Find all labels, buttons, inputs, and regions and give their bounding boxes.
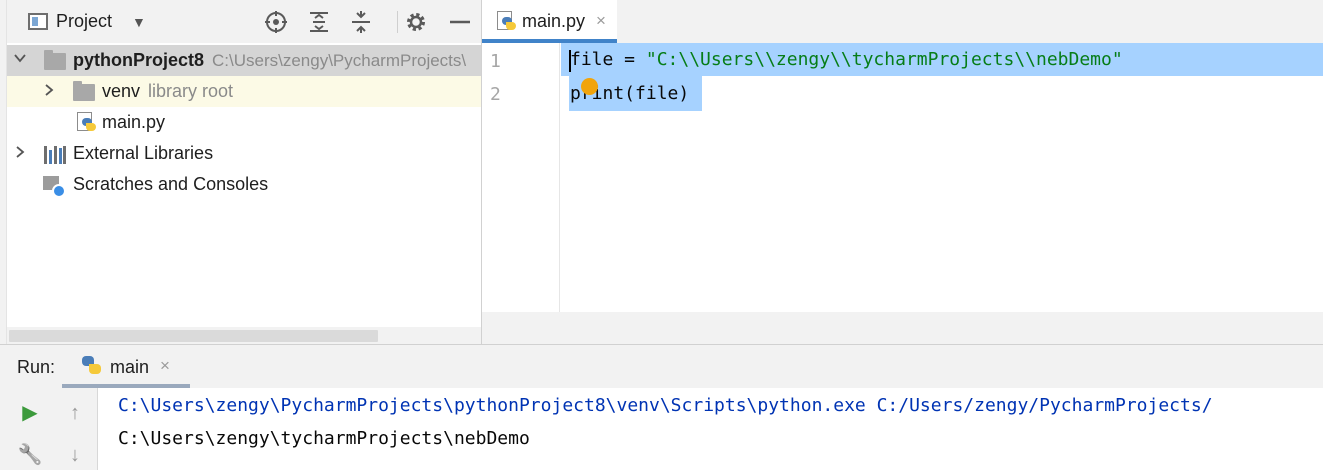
editor-footer-strip <box>482 312 1323 344</box>
run-icon[interactable]: ▶ <box>16 399 44 427</box>
project-root-path: C:\Users\zengy\PycharmProjects\ <box>212 51 467 70</box>
tree-item-scratches[interactable]: Scratches and Consoles <box>7 169 481 200</box>
line-number: 1 <box>490 51 501 72</box>
collapse-all-icon[interactable] <box>349 10 373 34</box>
text-caret <box>569 50 571 72</box>
venv-name: venv <box>102 81 141 101</box>
run-toolbar: ▶ ↑ 🔧 ↓ <box>0 388 98 470</box>
line-number: 2 <box>490 84 501 105</box>
library-icon <box>44 146 66 164</box>
code-line-1[interactable]: file = "C:\\Users\\zengy\\tycharmProject… <box>570 49 1123 70</box>
intention-bulb-icon[interactable] <box>581 78 598 95</box>
python-file-icon <box>497 11 517 31</box>
code-string-literal: "C:\\Users\\zengy\\tycharmProjects\\nebD… <box>645 49 1123 70</box>
scratches-icon <box>43 176 67 198</box>
run-console[interactable]: C:\Users\zengy\PycharmProjects\pythonPro… <box>99 388 1323 470</box>
close-icon[interactable]: × <box>596 11 606 31</box>
run-tab-label: main <box>110 357 150 377</box>
arrow-up-icon[interactable]: ↑ <box>61 399 89 427</box>
line-number-gutter: 1 2 <box>482 43 560 312</box>
console-line: C:\Users\zengy\tycharmProjects\nebDemo <box>118 428 530 449</box>
locate-icon[interactable] <box>264 10 288 34</box>
left-tool-strip <box>0 0 7 344</box>
project-panel: Project ▼ pythonProject8 C:\Users\zengy\… <box>0 0 481 344</box>
code-assignment: file = <box>570 49 646 70</box>
expand-all-icon[interactable] <box>307 10 331 34</box>
python-file-icon <box>77 112 97 132</box>
scratches-label: Scratches and Consoles <box>73 174 269 194</box>
tree-item-external-libraries[interactable]: External Libraries <box>7 138 481 169</box>
project-header: Project ▼ <box>7 0 481 43</box>
tab-label: main.py <box>522 11 586 31</box>
project-view-icon <box>28 13 48 30</box>
chevron-down-icon[interactable]: ▼ <box>132 14 146 30</box>
folder-icon <box>44 50 66 70</box>
project-root-name: pythonProject8 <box>73 50 205 70</box>
wrench-icon[interactable]: 🔧 <box>16 441 44 469</box>
tree-item-venv[interactable]: venv library root <box>7 76 481 107</box>
project-title[interactable]: Project <box>56 11 112 32</box>
run-header: Run: main × <box>0 345 1323 388</box>
python-icon <box>82 356 102 376</box>
editor-tab-bar: main.py × <box>482 0 1323 43</box>
header-divider <box>397 11 398 33</box>
arrow-down-icon[interactable]: ↓ <box>61 441 89 469</box>
gear-icon[interactable] <box>404 10 428 34</box>
tree-item-project-root[interactable]: pythonProject8 C:\Users\zengy\PycharmPro… <box>7 45 481 76</box>
chevron-down-icon[interactable] <box>13 51 27 67</box>
console-line: C:\Users\zengy\PycharmProjects\pythonPro… <box>118 395 1213 416</box>
folder-icon <box>73 81 95 101</box>
tree-item-main-py[interactable]: main.py <box>7 107 481 138</box>
chevron-right-icon[interactable] <box>13 145 27 161</box>
chevron-right-icon[interactable] <box>42 83 56 99</box>
external-libraries-label: External Libraries <box>73 143 214 163</box>
run-tab-main[interactable]: main × <box>62 345 190 388</box>
tab-main-py[interactable]: main.py × <box>482 0 617 43</box>
close-icon[interactable]: × <box>160 356 170 376</box>
run-label: Run: <box>17 357 56 377</box>
minimize-icon[interactable] <box>448 10 472 34</box>
main-py-name: main.py <box>102 112 166 132</box>
scrollbar-thumb[interactable] <box>9 330 378 342</box>
venv-note: library root <box>148 81 234 101</box>
